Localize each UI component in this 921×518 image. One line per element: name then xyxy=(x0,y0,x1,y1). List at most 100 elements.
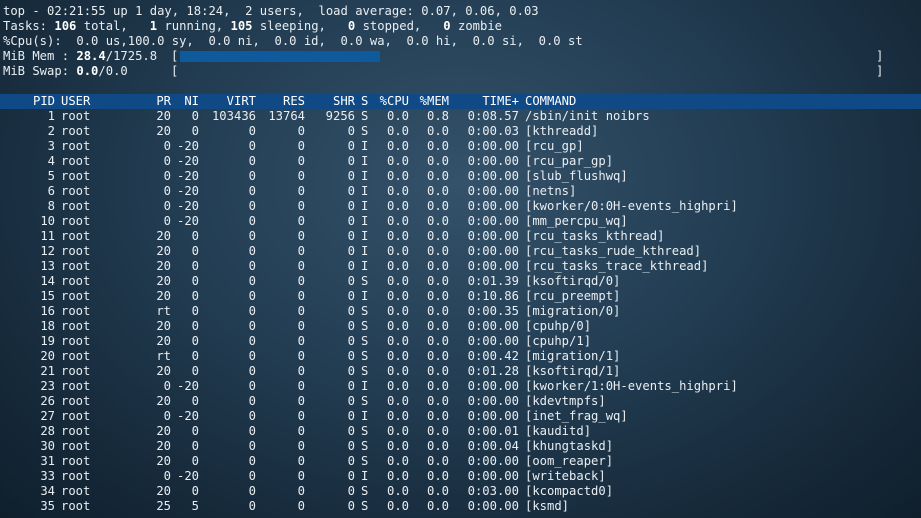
proc-shr: 0 xyxy=(347,349,355,363)
proc-state: I xyxy=(361,139,369,153)
proc-nice: -20 xyxy=(176,139,199,153)
process-row[interactable]: 30 root 20 0 0 0 0 S 0.0 0.0 0:00.04 [khungtaskd] xyxy=(0,439,921,454)
process-row[interactable]: 5 root 0 -20 0 0 0 I 0.0 0.0 0:00.00 [slub_flushwq] xyxy=(0,169,921,184)
proc-res: 0 xyxy=(297,319,305,333)
col-shr[interactable]: SHR xyxy=(305,94,355,109)
process-row[interactable]: 16 root rt 0 0 0 0 S 0.0 0.0 0:00.35 [migration/0] xyxy=(0,304,921,319)
proc-user: root xyxy=(61,139,91,153)
proc-shr: 0 xyxy=(347,439,355,453)
proc-mem: 0.0 xyxy=(426,244,449,258)
process-row[interactable]: 11 root 20 0 0 0 0 I 0.0 0.0 0:00.00 [rcu_tasks_kth… xyxy=(0,229,921,244)
proc-mem: 0.0 xyxy=(426,139,449,153)
col-ni[interactable]: NI xyxy=(171,94,199,109)
proc-state: S xyxy=(361,304,369,318)
col-time[interactable]: TIME+ xyxy=(449,94,519,109)
proc-time: 0:00.00 xyxy=(467,169,519,183)
proc-virt: 0 xyxy=(248,469,256,483)
col-cpu[interactable]: %CPU xyxy=(369,94,409,109)
col-command[interactable]: COMMAND xyxy=(519,94,576,109)
swap-label: MiB Swap: xyxy=(3,64,77,78)
proc-priority: 20 xyxy=(156,229,171,243)
proc-user: root xyxy=(61,259,91,273)
proc-user: root xyxy=(61,109,91,123)
proc-command: [mm_percpu_wq] xyxy=(525,214,628,228)
proc-nice: 0 xyxy=(191,364,199,378)
tasks-sleeping-label: sleeping, xyxy=(252,19,348,33)
process-row[interactable]: 10 root 0 -20 0 0 0 I 0.0 0.0 0:00.00 [mm_percpu_wq… xyxy=(0,214,921,229)
proc-mem: 0.8 xyxy=(426,109,449,123)
proc-command: [rcu_tasks_rude_kthread] xyxy=(525,244,702,258)
process-row[interactable]: 8 root 0 -20 0 0 0 I 0.0 0.0 0:00.00 [kworker/0:0H-… xyxy=(0,199,921,214)
proc-pid: 8 xyxy=(47,199,55,213)
process-row[interactable]: 6 root 0 -20 0 0 0 I 0.0 0.0 0:00.00 [netns] xyxy=(0,184,921,199)
proc-mem: 0.0 xyxy=(426,319,449,333)
proc-command: [rcu_preempt] xyxy=(525,289,621,303)
tasks-running-label: running, xyxy=(157,19,231,33)
process-row[interactable]: 31 root 20 0 0 0 0 S 0.0 0.0 0:00.00 [oom_reaper] xyxy=(0,454,921,469)
proc-mem: 0.0 xyxy=(426,349,449,363)
proc-priority: 20 xyxy=(156,364,171,378)
col-res[interactable]: RES xyxy=(256,94,305,109)
process-row[interactable]: 28 root 20 0 0 0 0 S 0.0 0.0 0:00.01 [kauditd] xyxy=(0,424,921,439)
proc-time: 0:03.00 xyxy=(467,484,519,498)
proc-pid: 14 xyxy=(40,274,55,288)
process-row[interactable]: 35 root 25 5 0 0 0 S 0.0 0.0 0:00.00 [ksmd] xyxy=(0,499,921,514)
process-row[interactable]: 1 root 20 0 103436 13764 9256 S 0.0 0.8 0:08.57/sb… xyxy=(0,109,921,124)
process-row[interactable]: 18 root 20 0 0 0 0 S 0.0 0.0 0:00.00 [cpuhp/0] xyxy=(0,319,921,334)
proc-cpu: 0.0 xyxy=(386,259,409,273)
proc-mem: 0.0 xyxy=(426,499,449,513)
proc-cpu: 0.0 xyxy=(386,274,409,288)
proc-user: root xyxy=(61,199,91,213)
proc-virt: 0 xyxy=(248,379,256,393)
proc-shr: 0 xyxy=(347,394,355,408)
proc-pid: 5 xyxy=(47,169,55,183)
proc-priority: 0 xyxy=(163,409,171,423)
col-pid[interactable]: PID xyxy=(3,94,55,109)
proc-mem: 0.0 xyxy=(426,424,449,438)
proc-state: I xyxy=(361,214,369,228)
process-row[interactable]: 19 root 20 0 0 0 0 S 0.0 0.0 0:00.00 [cpuhp/1] xyxy=(0,334,921,349)
process-row[interactable]: 21 root 20 0 0 0 0 S 0.0 0.0 0:01.28 [ksoftirqd/1] xyxy=(0,364,921,379)
proc-shr: 0 xyxy=(347,124,355,138)
proc-mem: 0.0 xyxy=(426,439,449,453)
proc-priority: 20 xyxy=(156,424,171,438)
process-row[interactable]: 3 root 0 -20 0 0 0 I 0.0 0.0 0:00.00 [rcu_gp] xyxy=(0,139,921,154)
process-row[interactable]: 13 root 20 0 0 0 0 I 0.0 0.0 0:00.00 [rcu_tasks_tra… xyxy=(0,259,921,274)
proc-shr: 9256 xyxy=(325,109,355,123)
proc-pid: 12 xyxy=(40,244,55,258)
process-row[interactable]: 33 root 0 -20 0 0 0 I 0.0 0.0 0:00.00 [writeback] xyxy=(0,469,921,484)
top-terminal[interactable]: top - 02:21:55 up 1 day, 18:24, 2 users,… xyxy=(0,4,921,514)
proc-state: S xyxy=(361,439,369,453)
proc-mem: 0.0 xyxy=(426,214,449,228)
proc-priority: 20 xyxy=(156,289,171,303)
proc-mem: 0.0 xyxy=(426,124,449,138)
process-row[interactable]: 23 root 0 -20 0 0 0 I 0.0 0.0 0:00.00 [kworker/1:0H… xyxy=(0,379,921,394)
col-mem[interactable]: %MEM xyxy=(409,94,449,109)
proc-mem: 0.0 xyxy=(426,334,449,348)
col-pr[interactable]: PR xyxy=(125,94,171,109)
col-virt[interactable]: VIRT xyxy=(199,94,256,109)
proc-cpu: 0.0 xyxy=(386,454,409,468)
proc-shr: 0 xyxy=(347,139,355,153)
process-row[interactable]: 27 root 0 -20 0 0 0 I 0.0 0.0 0:00.00 [inet_frag_wq… xyxy=(0,409,921,424)
process-row[interactable]: 15 root 20 0 0 0 0 I 0.0 0.0 0:10.86 [rcu_preempt] xyxy=(0,289,921,304)
process-row[interactable]: 12 root 20 0 0 0 0 I 0.0 0.0 0:00.00 [rcu_tasks_rud… xyxy=(0,244,921,259)
proc-virt: 0 xyxy=(248,499,256,513)
col-user[interactable]: USER xyxy=(55,94,125,109)
process-row[interactable]: 4 root 0 -20 0 0 0 I 0.0 0.0 0:00.00 [rcu_par_gp] xyxy=(0,154,921,169)
proc-user: root xyxy=(61,154,91,168)
proc-priority: 20 xyxy=(156,454,171,468)
process-row[interactable]: 20 root rt 0 0 0 0 S 0.0 0.0 0:00.42 [migration/1] xyxy=(0,349,921,364)
proc-cpu: 0.0 xyxy=(386,499,409,513)
process-row[interactable]: 2 root 20 0 0 0 0 S 0.0 0.0 0:00.03 [kthreadd] xyxy=(0,124,921,139)
proc-nice: -20 xyxy=(176,214,199,228)
proc-time: 0:00.00 xyxy=(467,319,519,333)
proc-time: 0:08.57 xyxy=(467,109,519,123)
process-row[interactable]: 26 root 20 0 0 0 0 S 0.0 0.0 0:00.00 [kdevtmpfs] xyxy=(0,394,921,409)
process-row[interactable]: 34 root 20 0 0 0 0 S 0.0 0.0 0:03.00 [kcompactd0] xyxy=(0,484,921,499)
proc-cpu: 0.0 xyxy=(386,184,409,198)
process-row[interactable]: 14 root 20 0 0 0 0 S 0.0 0.0 0:01.39 [ksoftirqd/0] xyxy=(0,274,921,289)
col-state[interactable]: S xyxy=(355,94,369,109)
proc-time: 0:00.00 xyxy=(467,334,519,348)
swap-total: /0.0 xyxy=(98,64,128,78)
